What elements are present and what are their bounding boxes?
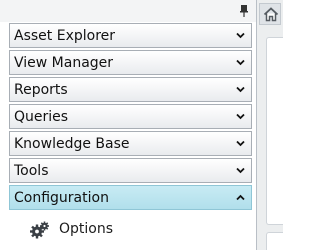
menu-item-options[interactable]: Options [22, 219, 242, 241]
navigation-panel: Asset Explorer View Manager Reports Quer… [0, 0, 257, 250]
home-button[interactable] [259, 3, 281, 25]
section-reports[interactable]: Reports [9, 77, 252, 102]
pin-icon[interactable] [238, 4, 250, 18]
content-pane-edge [266, 37, 283, 225]
chevron-down-icon [236, 113, 245, 120]
section-label: Tools [14, 163, 49, 179]
section-label: Asset Explorer [14, 28, 116, 44]
section-knowledge-base[interactable]: Knowledge Base [9, 131, 252, 156]
chevron-down-icon [236, 32, 245, 39]
section-label: View Manager [14, 55, 114, 71]
section-queries[interactable]: Queries [9, 104, 252, 129]
section-configuration[interactable]: Configuration [9, 185, 252, 210]
section-label: Configuration [14, 190, 109, 206]
chevron-down-icon [236, 59, 245, 66]
chevron-down-icon [236, 167, 245, 174]
home-icon [263, 7, 279, 22]
section-view-manager[interactable]: View Manager [9, 50, 252, 75]
section-tools[interactable]: Tools [9, 158, 252, 183]
menu-item-label: Options [59, 221, 114, 237]
section-asset-explorer[interactable]: Asset Explorer [9, 23, 252, 48]
chevron-up-icon [236, 194, 245, 201]
section-label: Queries [14, 109, 69, 125]
gears-icon [30, 221, 49, 239]
section-label: Knowledge Base [14, 136, 130, 152]
chevron-down-icon [236, 86, 245, 93]
panel-title-bar [0, 0, 256, 22]
content-pane-edge-lower [266, 232, 283, 250]
section-label: Reports [14, 82, 68, 98]
accordion-menu: Asset Explorer View Manager Reports Quer… [9, 23, 252, 212]
chevron-down-icon [236, 140, 245, 147]
